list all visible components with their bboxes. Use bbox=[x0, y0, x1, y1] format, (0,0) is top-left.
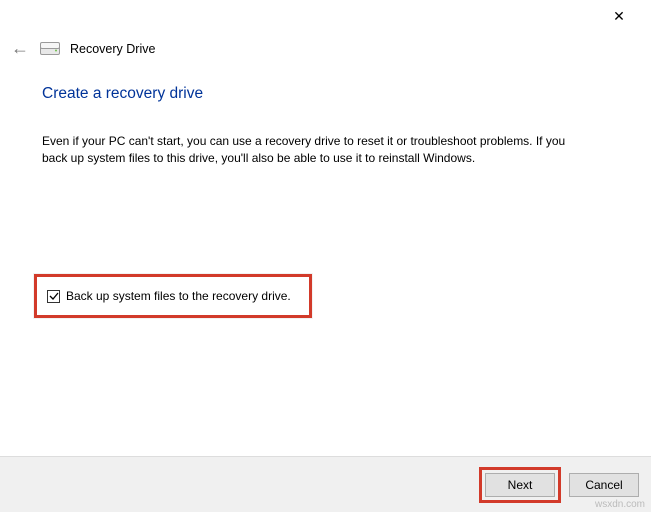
watermark: wsxdn.com bbox=[595, 499, 645, 510]
wizard-footer: Next Cancel bbox=[0, 456, 651, 512]
backup-checkbox[interactable] bbox=[47, 290, 60, 303]
next-button[interactable]: Next bbox=[485, 473, 555, 497]
next-button-highlight: Next bbox=[479, 467, 561, 503]
close-button[interactable]: ✕ bbox=[599, 0, 639, 32]
wizard-content: Create a recovery drive Even if your PC … bbox=[42, 85, 621, 168]
page-title: Create a recovery drive bbox=[42, 85, 621, 103]
wizard-title: Recovery Drive bbox=[70, 42, 155, 56]
recovery-drive-icon bbox=[40, 42, 60, 56]
backup-checkbox-highlight: Back up system files to the recovery dri… bbox=[34, 274, 312, 318]
wizard-header: ← Recovery Drive bbox=[10, 38, 155, 59]
backup-checkbox-label: Back up system files to the recovery dri… bbox=[66, 289, 291, 303]
back-arrow-icon[interactable]: ← bbox=[10, 38, 30, 59]
page-description: Even if your PC can't start, you can use… bbox=[42, 133, 572, 168]
cancel-button[interactable]: Cancel bbox=[569, 473, 639, 497]
